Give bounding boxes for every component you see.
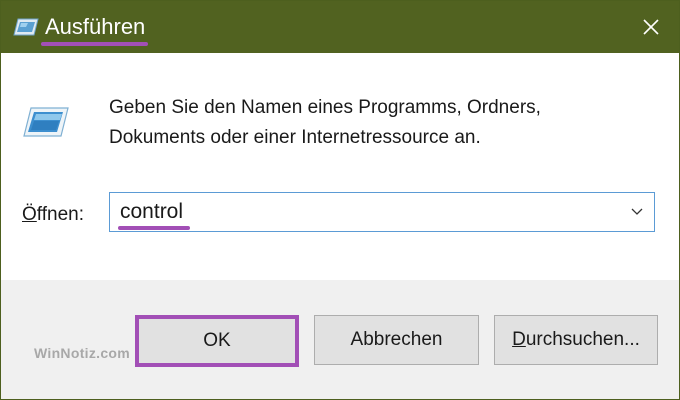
- input-highlight-underline: [118, 226, 190, 230]
- description-line-2: Dokuments oder einer Internetressource a…: [109, 127, 481, 148]
- run-dialog-icon: [23, 107, 69, 137]
- dialog-description: Geben Sie den Namen eines Programms, Ord…: [109, 93, 629, 153]
- open-input[interactable]: [120, 193, 600, 231]
- ok-button[interactable]: OK: [135, 315, 299, 367]
- open-label: Öffnen:: [22, 204, 84, 226]
- browse-label: urchsuchen...: [525, 329, 640, 350]
- browse-access-key: D: [512, 329, 526, 350]
- open-combobox[interactable]: [109, 192, 655, 232]
- chevron-down-icon[interactable]: [630, 206, 644, 216]
- watermark: WinNotiz.com: [34, 345, 131, 361]
- run-app-icon: [13, 18, 39, 36]
- browse-button[interactable]: Durchsuchen...: [494, 315, 658, 365]
- title-highlight-underline: [41, 42, 148, 46]
- cancel-button[interactable]: Abbrechen: [314, 315, 479, 365]
- open-label-text: ffnen:: [36, 204, 84, 225]
- description-line-1: Geben Sie den Namen eines Programms, Ord…: [109, 97, 541, 118]
- open-label-access-key: Ö: [22, 204, 37, 225]
- run-dialog: Ausführen Geben Sie den Namen eines Prog…: [0, 0, 680, 400]
- window-title: Ausführen: [45, 14, 146, 39]
- close-icon: [643, 19, 659, 35]
- title-bar[interactable]: Ausführen: [1, 1, 679, 53]
- dialog-footer: WinNotiz.com OK Abbrechen Durchsuchen...: [1, 280, 679, 399]
- dialog-content: Geben Sie den Namen eines Programms, Ord…: [1, 53, 679, 280]
- close-button[interactable]: [623, 1, 679, 53]
